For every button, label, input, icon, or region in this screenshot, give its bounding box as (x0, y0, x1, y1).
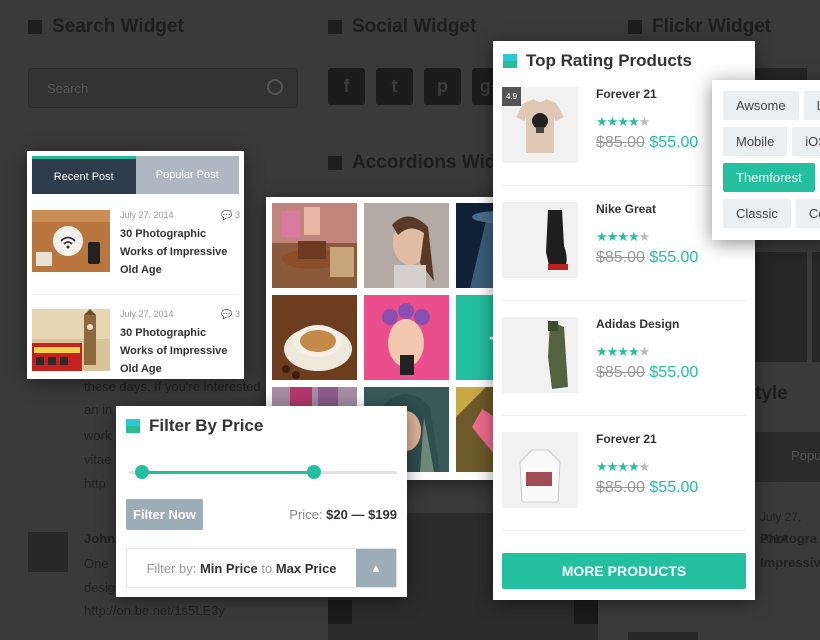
tag-item[interactable]: L (803, 91, 820, 120)
product-image[interactable] (502, 202, 578, 278)
post-date: July 27, 2014 (120, 309, 174, 319)
tag-item[interactable]: iOS (792, 127, 820, 156)
bg-thumb (628, 632, 698, 640)
search-widget-title: Search Widget (28, 16, 184, 38)
product-item[interactable]: Nike Great ★★★★★ $85.00 $55.00 (502, 186, 746, 301)
next-arrow-icon[interactable] (574, 600, 598, 624)
post-thumbnail[interactable] (32, 210, 110, 272)
bg-text-line: an in (84, 402, 113, 417)
popular-tab-bg[interactable]: Popu (755, 432, 820, 482)
product-name[interactable]: Forever 21 (596, 432, 698, 446)
star-rating: ★★★★★ (596, 229, 650, 244)
bg-post-title: Impressive (760, 555, 820, 570)
bg-text-line: vitae (84, 452, 112, 467)
product-image[interactable] (502, 432, 578, 508)
widget-square-icon (503, 54, 517, 68)
rating-badge: 4.9 (502, 87, 522, 106)
product-name[interactable]: Nike Great (596, 202, 698, 216)
tag-item[interactable]: Co (795, 199, 820, 228)
bg-text-line: http (84, 476, 106, 491)
post-item[interactable]: July 27, 2014 💬 3 30 Photographic Works o… (32, 194, 242, 295)
tags-widget: Awsome L Mobile iOS Themforest Classic C… (712, 80, 820, 240)
bg-text-line: work (84, 428, 112, 443)
product-image[interactable] (502, 317, 578, 393)
gallery-image[interactable] (364, 203, 449, 288)
tab-popular-post[interactable]: Popular Post (135, 156, 239, 194)
product-item[interactable]: Adidas Design ★★★★★ $85.00 $55.00 (502, 301, 746, 416)
star-rating: ★★★★★ (596, 344, 650, 359)
price-range-display: Price: $20 — $199 (289, 507, 397, 522)
search-input[interactable]: Search (28, 68, 298, 108)
twitter-icon[interactable]: t (376, 68, 413, 105)
filter-now-button[interactable]: Filter Now (126, 499, 203, 530)
search-icon[interactable] (267, 79, 283, 95)
submit-arrow-icon[interactable]: ▲ (356, 549, 396, 587)
filter-by-price-widget: Filter By Price Filter Now Price: $20 — … (116, 406, 407, 597)
gallery-image[interactable] (272, 295, 357, 380)
accordions-widget-title: Accordions Widg (328, 152, 508, 174)
price-filter-field[interactable]: Filter by: Min Price to Max Price ▲ (126, 548, 397, 588)
style-title: tyle (755, 383, 788, 404)
top-rating-title: Top Rating Products (502, 41, 746, 71)
product-name[interactable]: Adidas Design (596, 317, 698, 331)
tag-item[interactable]: Classic (723, 199, 791, 228)
flickr-thumb (812, 252, 820, 362)
avatar (28, 532, 68, 572)
tag-item-active[interactable]: Themforest (723, 163, 815, 192)
social-widget-title: Social Widget (328, 16, 476, 38)
post-thumbnail[interactable] (32, 309, 110, 371)
more-products-button[interactable]: MORE PRODUCTS (502, 553, 746, 589)
post-item[interactable]: July 27, 2014 💬 3 30 Photographic Works o… (32, 295, 242, 393)
post-title[interactable]: 30 Photographic Works of Impressive Old … (120, 324, 242, 378)
tag-item[interactable]: Awsome (723, 91, 799, 120)
comment-count: 💬 3 (221, 210, 240, 220)
product-price: $85.00 $55.00 (596, 479, 699, 496)
product-item[interactable]: 4.9 Forever 21 ★★★★★ $85.00 $55.00 (502, 71, 746, 186)
tab-recent-post[interactable]: Recent Post (32, 156, 136, 194)
widget-square-icon (126, 419, 140, 433)
comment-link[interactable]: http://on.be.net/1s5LE3y (84, 600, 225, 622)
min-price-handle[interactable] (135, 465, 149, 479)
tag-item[interactable]: Mobile (723, 127, 788, 156)
recent-post-widget: Recent Post Popular Post July 27, 2014 💬 … (27, 151, 244, 379)
flickr-widget-title: Flickr Widget (628, 16, 771, 38)
product-image[interactable]: 4.9 (502, 87, 578, 163)
post-date: July 27, 2014 (120, 210, 174, 220)
gallery-image[interactable] (272, 203, 357, 288)
pinterest-icon[interactable]: p (424, 68, 461, 105)
post-title[interactable]: 30 Photographic Works of Impressive Old … (120, 225, 242, 279)
comment-author: John (84, 531, 116, 546)
post-tabs: Recent Post Popular Post (32, 156, 239, 194)
star-rating: ★★★★★ (596, 459, 650, 474)
price-slider[interactable] (126, 465, 397, 479)
gallery-image[interactable] (364, 295, 449, 380)
star-rating: ★★★★★ (596, 114, 650, 129)
filter-title: Filter By Price (126, 406, 397, 436)
comment-count: 💬 3 (221, 309, 240, 319)
product-price: $85.00 $55.00 (596, 134, 699, 151)
product-item[interactable]: Forever 21 ★★★★★ $85.00 $55.00 (502, 416, 746, 531)
facebook-icon[interactable]: f (328, 68, 365, 105)
social-icons: f t p g+ (328, 68, 509, 105)
comment-line: desig (84, 580, 116, 595)
product-price: $85.00 $55.00 (596, 364, 699, 381)
prev-arrow-icon[interactable] (328, 600, 352, 624)
comment-line: One (84, 556, 109, 571)
product-price: $85.00 $55.00 (596, 249, 699, 266)
bg-post-title: Photogra (760, 531, 818, 546)
product-name[interactable]: Forever 21 (596, 87, 698, 101)
flickr-thumb (755, 252, 807, 362)
max-price-handle[interactable] (307, 465, 321, 479)
